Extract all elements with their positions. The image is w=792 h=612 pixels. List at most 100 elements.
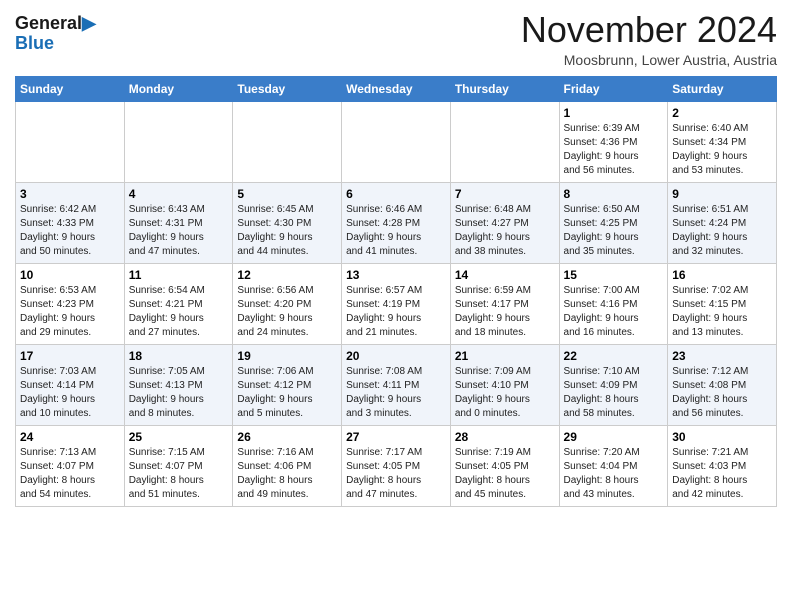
day-number: 13 [346,268,446,282]
calendar-cell [233,101,342,182]
week-row-4: 17Sunrise: 7:03 AMSunset: 4:14 PMDayligh… [16,344,777,425]
calendar-cell: 28 Sunrise: 7:19 AMSunset: 4:05 PMDayligh… [450,425,559,506]
day-info: Sunrise: 7:02 AMSunset: 4:15 PMDaylight:… [672,284,772,340]
weekday-thursday: Thursday [450,76,559,101]
calendar-cell [124,101,233,182]
day-info: Sunrise: 7:05 AMSunset: 4:13 PMDaylight:… [129,365,229,421]
day-number: 28 [455,430,555,444]
day-info: Sunrise: 6:45 AMSunset: 4:30 PMDaylight:… [237,203,337,259]
calendar-cell: 3 Sunrise: 6:42 AMSunset: 4:33 PMDaylight… [16,182,125,263]
day-info: Sunrise: 7:00 AMSunset: 4:16 PMDaylight:… [564,284,664,340]
logo-line2: Blue [15,34,96,54]
day-info: Sunrise: 7:17 AMSunset: 4:05 PMDaylight:… [346,446,446,502]
day-number: 3 [20,187,120,201]
weekday-friday: Friday [559,76,668,101]
day-info: Sunrise: 7:08 AMSunset: 4:11 PMDaylight:… [346,365,446,421]
calendar-cell: 4Sunrise: 6:43 AMSunset: 4:31 PMDaylight… [124,182,233,263]
day-number: 10 [20,268,120,282]
calendar-cell: 19 Sunrise: 7:06 AMSunset: 4:12 PMDayligh… [233,344,342,425]
week-row-3: 10Sunrise: 6:53 AMSunset: 4:23 PMDayligh… [16,263,777,344]
header: General▶ Blue November 2024 Moosbrunn, L… [15,10,777,68]
calendar-cell: 26Sunrise: 7:16 AMSunset: 4:06 PMDayligh… [233,425,342,506]
calendar-cell: 22 Sunrise: 7:10 AMSunset: 4:09 PMDayligh… [559,344,668,425]
day-number: 11 [129,268,229,282]
day-info: Sunrise: 7:06 AMSunset: 4:12 PMDaylight:… [237,365,337,421]
calendar-cell: 20Sunrise: 7:08 AMSunset: 4:11 PMDayligh… [342,344,451,425]
calendar-cell: 7 Sunrise: 6:48 AMSunset: 4:27 PMDaylight… [450,182,559,263]
day-info: Sunrise: 6:40 AMSunset: 4:34 PMDaylight:… [672,122,772,178]
calendar-cell: 12 Sunrise: 6:56 AMSunset: 4:20 PMDayligh… [233,263,342,344]
day-info: Sunrise: 6:56 AMSunset: 4:20 PMDaylight:… [237,284,337,340]
calendar-cell: 27Sunrise: 7:17 AMSunset: 4:05 PMDayligh… [342,425,451,506]
day-number: 22 [564,349,664,363]
calendar-table: SundayMondayTuesdayWednesdayThursdayFrid… [15,76,777,507]
calendar-cell: 2 Sunrise: 6:40 AMSunset: 4:34 PMDaylight… [668,101,777,182]
calendar-cell: 18 Sunrise: 7:05 AMSunset: 4:13 PMDayligh… [124,344,233,425]
logo: General▶ Blue [15,14,96,54]
calendar-cell: 16 Sunrise: 7:02 AMSunset: 4:15 PMDayligh… [668,263,777,344]
day-info: Sunrise: 7:16 AMSunset: 4:06 PMDaylight:… [237,446,337,502]
day-number: 18 [129,349,229,363]
calendar-cell [16,101,125,182]
calendar-cell: 9 Sunrise: 6:51 AMSunset: 4:24 PMDaylight… [668,182,777,263]
calendar-cell: 15Sunrise: 7:00 AMSunset: 4:16 PMDayligh… [559,263,668,344]
day-info: Sunrise: 6:59 AMSunset: 4:17 PMDaylight:… [455,284,555,340]
month-title: November 2024 [521,10,777,50]
day-number: 2 [672,106,772,120]
day-number: 16 [672,268,772,282]
day-number: 6 [346,187,446,201]
day-info: Sunrise: 7:10 AMSunset: 4:09 PMDaylight:… [564,365,664,421]
day-info: Sunrise: 7:15 AMSunset: 4:07 PMDaylight:… [129,446,229,502]
calendar-cell: 24Sunrise: 7:13 AMSunset: 4:07 PMDayligh… [16,425,125,506]
day-info: Sunrise: 7:12 AMSunset: 4:08 PMDaylight:… [672,365,772,421]
day-info: Sunrise: 7:19 AMSunset: 4:05 PMDaylight:… [455,446,555,502]
calendar-cell: 21 Sunrise: 7:09 AMSunset: 4:10 PMDayligh… [450,344,559,425]
day-info: Sunrise: 6:46 AMSunset: 4:28 PMDaylight:… [346,203,446,259]
day-number: 7 [455,187,555,201]
day-number: 14 [455,268,555,282]
weekday-sunday: Sunday [16,76,125,101]
day-info: Sunrise: 6:57 AMSunset: 4:19 PMDaylight:… [346,284,446,340]
calendar-cell: 5 Sunrise: 6:45 AMSunset: 4:30 PMDaylight… [233,182,342,263]
location: Moosbrunn, Lower Austria, Austria [521,52,777,68]
calendar-body: 1Sunrise: 6:39 AMSunset: 4:36 PMDaylight… [16,101,777,506]
calendar-cell: 29 Sunrise: 7:20 AMSunset: 4:04 PMDayligh… [559,425,668,506]
day-number: 17 [20,349,120,363]
day-info: Sunrise: 6:48 AMSunset: 4:27 PMDaylight:… [455,203,555,259]
calendar-cell [342,101,451,182]
calendar-cell: 14 Sunrise: 6:59 AMSunset: 4:17 PMDayligh… [450,263,559,344]
week-row-2: 3 Sunrise: 6:42 AMSunset: 4:33 PMDaylight… [16,182,777,263]
day-info: Sunrise: 7:09 AMSunset: 4:10 PMDaylight:… [455,365,555,421]
week-row-5: 24Sunrise: 7:13 AMSunset: 4:07 PMDayligh… [16,425,777,506]
day-number: 23 [672,349,772,363]
day-number: 21 [455,349,555,363]
day-number: 4 [129,187,229,201]
weekday-tuesday: Tuesday [233,76,342,101]
weekday-monday: Monday [124,76,233,101]
calendar-cell: 25 Sunrise: 7:15 AMSunset: 4:07 PMDayligh… [124,425,233,506]
day-info: Sunrise: 6:42 AMSunset: 4:33 PMDaylight:… [20,203,120,259]
calendar-cell: 8Sunrise: 6:50 AMSunset: 4:25 PMDaylight… [559,182,668,263]
weekday-wednesday: Wednesday [342,76,451,101]
calendar-cell: 11Sunrise: 6:54 AMSunset: 4:21 PMDayligh… [124,263,233,344]
day-info: Sunrise: 6:51 AMSunset: 4:24 PMDaylight:… [672,203,772,259]
week-row-1: 1Sunrise: 6:39 AMSunset: 4:36 PMDaylight… [16,101,777,182]
calendar-cell: 30Sunrise: 7:21 AMSunset: 4:03 PMDayligh… [668,425,777,506]
calendar-cell: 6 Sunrise: 6:46 AMSunset: 4:28 PMDaylight… [342,182,451,263]
day-number: 5 [237,187,337,201]
calendar-cell: 10Sunrise: 6:53 AMSunset: 4:23 PMDayligh… [16,263,125,344]
logo-general: General [15,13,82,33]
logo-blue-accent: ▶ [82,13,96,33]
day-number: 19 [237,349,337,363]
day-number: 25 [129,430,229,444]
day-info: Sunrise: 7:21 AMSunset: 4:03 PMDaylight:… [672,446,772,502]
day-number: 29 [564,430,664,444]
day-info: Sunrise: 6:39 AMSunset: 4:36 PMDaylight:… [564,122,664,178]
logo-line1: General▶ [15,14,96,34]
day-number: 9 [672,187,772,201]
day-info: Sunrise: 7:20 AMSunset: 4:04 PMDaylight:… [564,446,664,502]
title-area: November 2024 Moosbrunn, Lower Austria, … [521,10,777,68]
day-info: Sunrise: 6:50 AMSunset: 4:25 PMDaylight:… [564,203,664,259]
weekday-header-row: SundayMondayTuesdayWednesdayThursdayFrid… [16,76,777,101]
day-number: 12 [237,268,337,282]
